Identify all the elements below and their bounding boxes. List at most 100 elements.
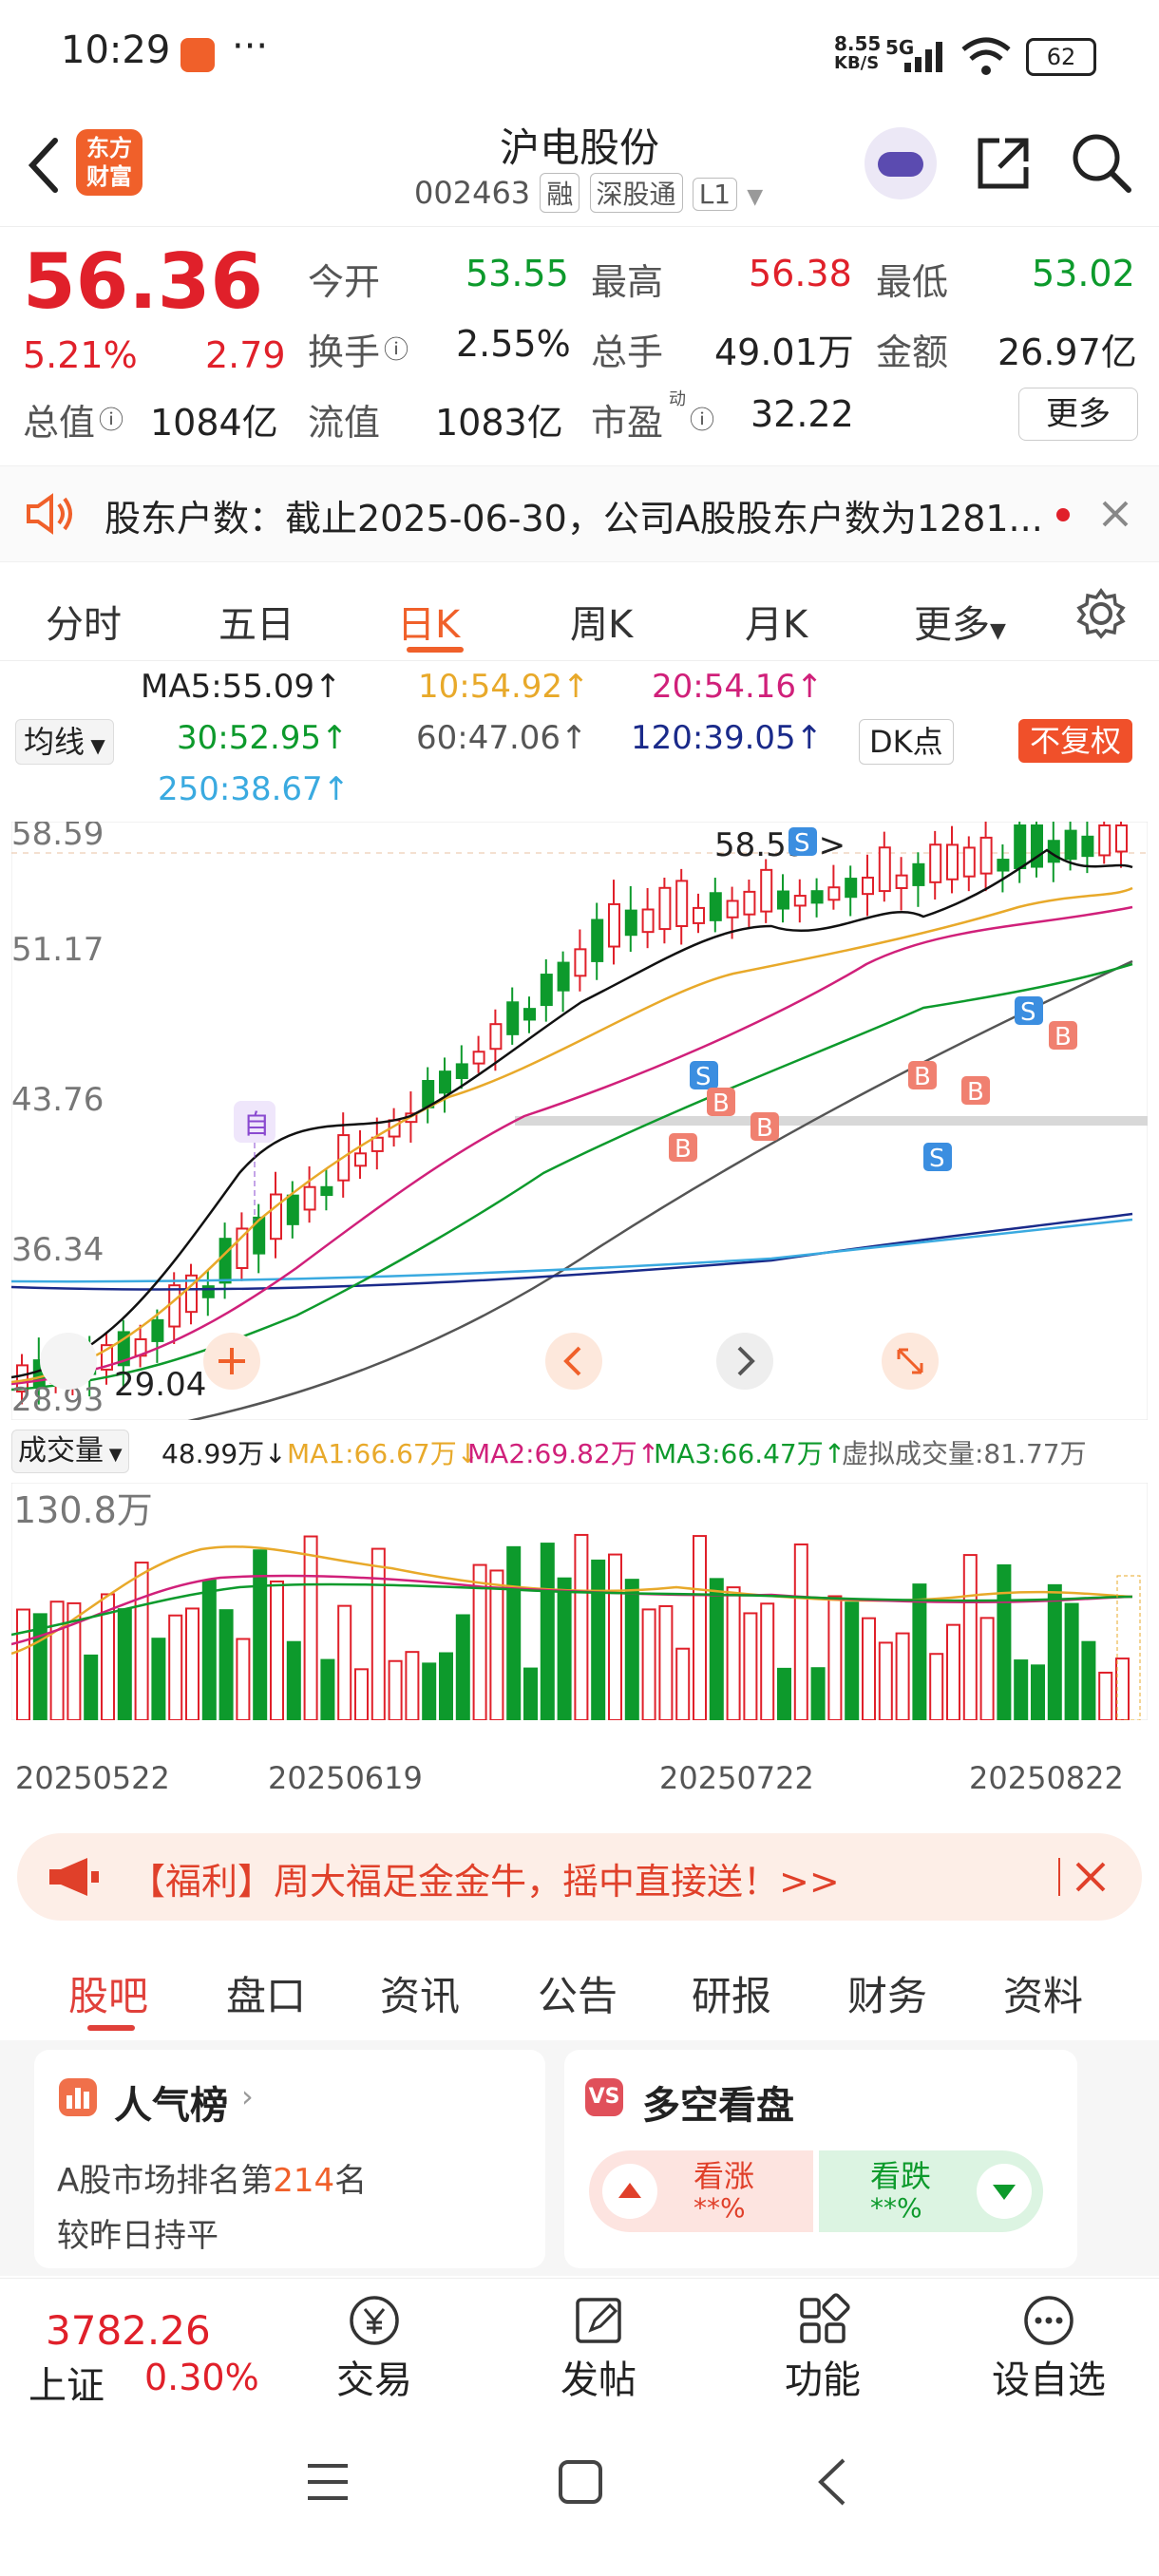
candle (286, 1194, 299, 1225)
volume-bar (827, 1595, 843, 1720)
bearish-value: **% (870, 2192, 922, 2224)
volume-bar (523, 1667, 538, 1720)
post-button[interactable]: 发帖 (542, 2292, 656, 2406)
candle (658, 886, 672, 931)
trade-button[interactable]: 交易 (317, 2292, 431, 2406)
recent-apps-icon[interactable] (306, 2460, 350, 2504)
pan-right-icon[interactable] (716, 1333, 773, 1390)
trade-mark-b[interactable]: B (961, 1076, 990, 1107)
volume-chart[interactable]: 130.8万 (11, 1483, 1148, 1720)
ma-select[interactable]: 均线 ▼ (15, 719, 114, 765)
ma-select-label: 均线 (24, 724, 86, 760)
search-icon[interactable] (1070, 131, 1134, 196)
volume-indicator-select[interactable]: 成交量 ▼ (11, 1430, 129, 1473)
more-button[interactable]: 更多 (1018, 388, 1138, 441)
trade-mark-b[interactable]: B (750, 1112, 779, 1143)
content-tabs: 股吧 盘口 资讯 公告 研报 财务 资料 (0, 1945, 1159, 2040)
tab-orderbook[interactable]: 盘口 (226, 1964, 306, 2022)
max-price-label: 58.59-> (714, 826, 846, 864)
tab-more[interactable]: 更多▼ (914, 594, 1006, 649)
trade-mark-b-label: B (967, 1078, 984, 1107)
trade-mark-b[interactable]: B (707, 1088, 735, 1118)
tab-financials[interactable]: 财务 (847, 1964, 927, 2022)
candle (946, 843, 959, 881)
bull-bear-card[interactable]: VS 多空看盘 看涨 **% 看跌 **% (564, 2050, 1077, 2268)
share-icon[interactable] (973, 133, 1034, 194)
volume-value: 48.99万↓ (162, 1438, 287, 1469)
ma5-label: MA5:55.09↑ (141, 668, 342, 706)
candle (1064, 829, 1077, 861)
volume-bar (574, 1533, 589, 1720)
trade-mark-s[interactable]: S (690, 1061, 718, 1091)
volume-bar (151, 1638, 166, 1720)
tab-daily-k[interactable]: 日K (397, 594, 460, 649)
candle (709, 892, 722, 921)
close-icon[interactable] (1100, 499, 1130, 529)
volume-bar (16, 1608, 30, 1720)
function-button[interactable]: 功能 (766, 2292, 880, 2406)
dropdown-icon[interactable]: ▼ (747, 185, 763, 209)
system-back-icon[interactable] (815, 2456, 849, 2508)
candle (862, 876, 874, 896)
candle (472, 1051, 485, 1065)
stock-header: 东方 财富 沪电股份 002463 融 深股通 L1 ▼ (0, 114, 1159, 227)
popularity-card[interactable]: 人气榜 › A股市场排名第214名 较昨日持平 (34, 2050, 545, 2268)
high-label: 最高 (591, 261, 664, 303)
trade-mark-b[interactable]: B (908, 1061, 937, 1091)
trade-label: 交易 (336, 2358, 412, 2402)
candle (320, 1185, 333, 1197)
home-icon[interactable] (557, 2458, 604, 2506)
volume-bar (540, 1543, 555, 1720)
kline-chart[interactable]: 58.59 51.17 43.76 36.34 28.93 58.59-> 29… (11, 822, 1148, 1420)
vs-icon: VS (585, 2078, 623, 2116)
turnover-label: 换手 (308, 331, 381, 373)
volume-y-label: 130.8万 (13, 1489, 153, 1531)
candle (1098, 824, 1112, 857)
edit-icon (576, 2298, 621, 2343)
trade-mark-s[interactable]: S (1015, 996, 1043, 1027)
turnover-info-icon[interactable]: ⓘ (384, 331, 408, 366)
tab-profile[interactable]: 资料 (1003, 1964, 1083, 2022)
app-notification-icon (180, 38, 215, 72)
no-adjust-button[interactable]: 不复权 (1018, 719, 1133, 763)
pan-left-icon[interactable] (545, 1333, 602, 1390)
tab-intraday[interactable]: 分时 (46, 594, 122, 649)
tab-monthly-k[interactable]: 月K (745, 594, 808, 649)
volume-bar (439, 1652, 453, 1720)
candle (693, 906, 705, 924)
assistant-avatar-icon[interactable] (864, 127, 937, 199)
trade-mark-s[interactable]: S (923, 1143, 952, 1173)
trade-mark-s[interactable]: S (788, 827, 817, 858)
tab-news[interactable]: 资讯 (380, 1964, 460, 2022)
trade-mark-b[interactable]: B (669, 1133, 697, 1164)
trade-mark-b[interactable]: B (1049, 1021, 1077, 1051)
bullish-button[interactable]: 看涨 **% (589, 2150, 813, 2232)
dk-point-button[interactable]: DK点 (859, 719, 954, 765)
tab-research[interactable]: 研报 (692, 1964, 771, 2022)
tab-five-day[interactable]: 五日 (218, 594, 294, 649)
tab-weekly-k[interactable]: 周K (570, 594, 633, 649)
volume-bar (388, 1659, 403, 1720)
pe-info-icon[interactable]: ⓘ (690, 401, 714, 436)
tab-announcements[interactable]: 公告 (538, 1964, 618, 2022)
candle (827, 886, 841, 901)
tab-forum[interactable]: 股吧 (68, 1964, 148, 2022)
add-watchlist-button[interactable]: 设自选 (973, 2292, 1125, 2406)
promo-banner[interactable]: 【福利】周大福足金金牛，摇中直接送！>> (17, 1833, 1142, 1921)
index-ticker[interactable]: 3782.26 上证 0.30% (0, 2279, 266, 2412)
bearish-button[interactable]: 看跌 **% (819, 2150, 1043, 2232)
volume-bar (693, 1535, 707, 1720)
volume-bar (557, 1577, 572, 1720)
post-label: 发帖 (560, 2358, 636, 2402)
close-icon[interactable] (1074, 1860, 1108, 1894)
volume-bar (641, 1608, 656, 1720)
kline-chart-area: MA5:55.09↑ 10:54.92↑ 20:54.16↑ 均线 ▼ 30:5… (0, 660, 1159, 1819)
trade-mark-s-label: S (695, 1063, 712, 1091)
mktcap-info-icon[interactable]: ⓘ (99, 401, 124, 436)
zoom-out-icon[interactable] (40, 1333, 97, 1390)
vol-ma1: MA1:66.67万↓ (287, 1438, 480, 1469)
settings-gear-icon[interactable] (1075, 588, 1127, 639)
notice-bar[interactable]: 股东户数：截止2025-06-30，公司A股股东户数为1281... (0, 465, 1159, 562)
volume-select-label: 成交量 (18, 1434, 104, 1468)
chart-period-tabs: 分时 五日 日K 周K 月K 更多▼ (0, 565, 1159, 661)
